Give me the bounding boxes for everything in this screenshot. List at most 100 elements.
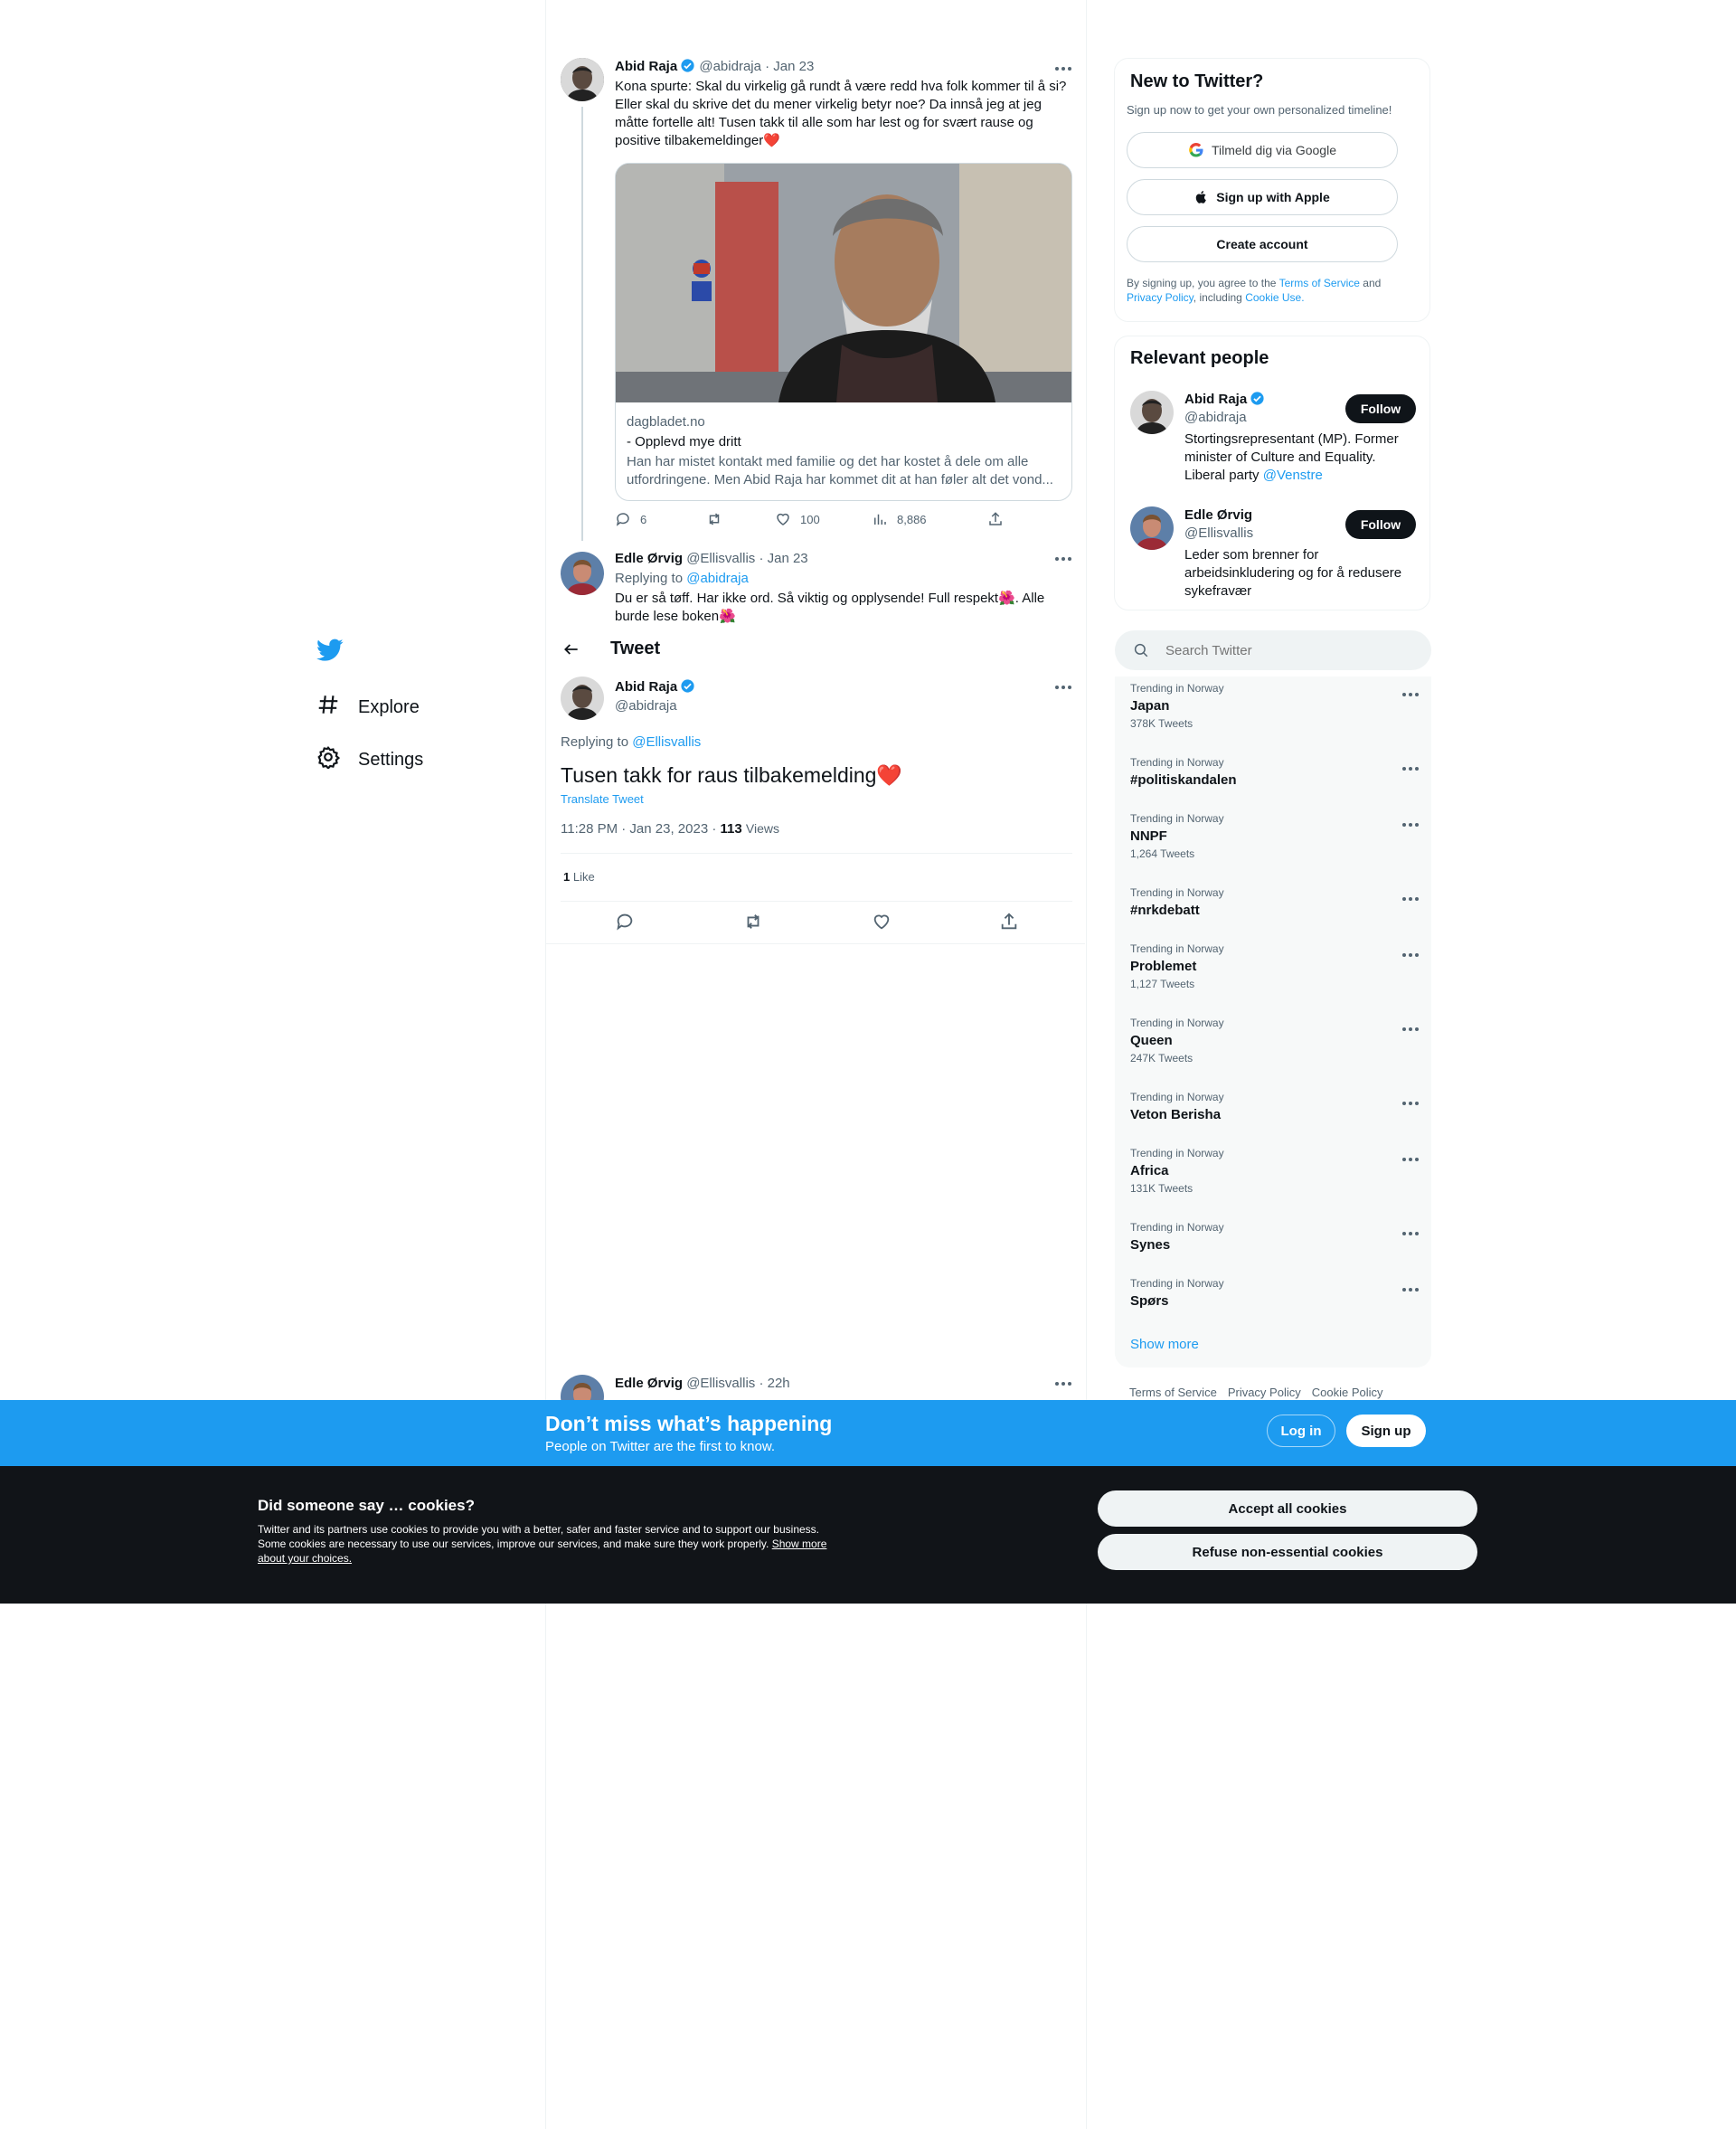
more-options-icon[interactable]	[1054, 1375, 1072, 1393]
tweet-date[interactable]: · Jan 23	[759, 551, 807, 566]
more-options-icon[interactable]	[1401, 816, 1420, 834]
show-more-link[interactable]: Show more	[1130, 1337, 1199, 1352]
twitter-logo-icon[interactable]	[316, 639, 344, 667]
more-options-icon[interactable]	[1401, 760, 1420, 778]
google-signup-button[interactable]: Tilmeld dig via Google	[1127, 132, 1398, 168]
author-name[interactable]: Abid Raja	[615, 59, 677, 74]
author-handle[interactable]: @Ellisvallis	[686, 1376, 755, 1391]
person-handle[interactable]: @Ellisvallis	[1184, 525, 1253, 543]
signup-legal: By signing up, you agree to the Terms of…	[1127, 276, 1407, 305]
refuse-cookies-button[interactable]: Refuse non-essential cookies	[1098, 1534, 1477, 1570]
more-options-icon[interactable]	[1054, 678, 1072, 696]
views-count: 113	[720, 821, 742, 837]
trend-item[interactable]: Trending in Norway Africa 131K Tweets	[1130, 1147, 1420, 1195]
footer-cookie-link[interactable]: Cookie Policy	[1312, 1386, 1383, 1399]
legal-prefix: By signing up, you agree to the	[1127, 277, 1277, 289]
bottom-bar-subtitle: People on Twitter are the first to know.	[545, 1439, 776, 1454]
likes-summary[interactable]: 1 Like	[563, 870, 595, 884]
trend-item[interactable]: Trending in Norway #nrkdebatt	[1130, 886, 1420, 918]
relevant-people-title: Relevant people	[1130, 348, 1269, 368]
person-name[interactable]: Abid Raja	[1184, 391, 1265, 409]
trend-item[interactable]: Trending in Norway NNPF 1,264 Tweets	[1130, 812, 1420, 860]
more-options-icon[interactable]	[1401, 1094, 1420, 1112]
nav-settings[interactable]: Settings	[316, 745, 423, 774]
signup-button[interactable]: Sign up	[1346, 1415, 1426, 1447]
person-name[interactable]: Edle Ørvig	[1184, 506, 1252, 525]
trend-item[interactable]: Trending in Norway Problemet 1,127 Tweet…	[1130, 942, 1420, 990]
nav-explore[interactable]: Explore	[316, 693, 420, 722]
cookie-use-link[interactable]: Cookie Use.	[1245, 291, 1304, 304]
trend-meta: Trending in Norway	[1130, 1147, 1224, 1159]
more-options-icon[interactable]	[1401, 890, 1420, 908]
follow-button[interactable]: Follow	[1345, 510, 1416, 539]
like-button[interactable]: 100	[775, 511, 872, 527]
search-input[interactable]	[1165, 642, 1401, 658]
search-bar[interactable]	[1115, 630, 1431, 670]
views-button[interactable]: 8,886	[872, 511, 987, 527]
avatar[interactable]	[1130, 391, 1174, 434]
replying-to-link[interactable]: @Ellisvallis	[632, 734, 701, 750]
reply-icon[interactable]	[615, 912, 635, 936]
more-options-icon[interactable]	[1054, 550, 1072, 568]
more-options-icon[interactable]	[1401, 1225, 1420, 1243]
person-handle[interactable]: @abidraja	[1184, 409, 1247, 427]
avatar[interactable]	[561, 677, 604, 720]
reply-button[interactable]: 6	[615, 511, 705, 527]
footer-privacy-link[interactable]: Privacy Policy	[1228, 1386, 1301, 1399]
trend-item[interactable]: Trending in Norway Synes	[1130, 1221, 1420, 1253]
author-name[interactable]: Abid Raja	[615, 679, 677, 695]
replying-to-link[interactable]: @abidraja	[686, 571, 749, 586]
privacy-link[interactable]: Privacy Policy	[1127, 291, 1194, 304]
tweet-date[interactable]: · Jan 23	[765, 59, 814, 74]
author-name[interactable]: Edle Ørvig	[615, 1376, 683, 1391]
trend-item[interactable]: Trending in Norway #politiskandalen	[1130, 756, 1420, 788]
avatar[interactable]	[1130, 506, 1174, 550]
card-image	[616, 164, 1071, 402]
heart-icon[interactable]	[872, 912, 892, 936]
trend-item[interactable]: Trending in Norway Queen 247K Tweets	[1130, 1017, 1420, 1064]
retweet-icon[interactable]	[742, 912, 764, 936]
follow-button[interactable]: Follow	[1345, 394, 1416, 423]
hashtag-icon	[316, 693, 340, 722]
retweet-button[interactable]	[705, 511, 775, 527]
login-button[interactable]: Log in	[1267, 1415, 1335, 1447]
replying-to: Replying to @abidraja	[615, 570, 749, 588]
more-options-icon[interactable]	[1401, 1281, 1420, 1299]
bio-mention-link[interactable]: @Venstre	[1263, 468, 1323, 483]
search-icon	[1134, 643, 1148, 658]
more-options-icon[interactable]	[1401, 686, 1420, 704]
avatar[interactable]	[561, 58, 604, 101]
create-account-button[interactable]: Create account	[1127, 226, 1398, 262]
more-options-icon[interactable]	[1054, 60, 1072, 78]
trend-item[interactable]: Trending in Norway Japan 378K Tweets	[1130, 682, 1420, 730]
footer-terms-link[interactable]: Terms of Service	[1129, 1386, 1217, 1399]
more-options-icon[interactable]	[1401, 946, 1420, 964]
tweet-date[interactable]: · 22h	[759, 1376, 789, 1391]
trend-name: NNPF	[1130, 828, 1167, 844]
views-label: Views	[745, 821, 779, 836]
share-button[interactable]	[987, 511, 1004, 527]
author-handle[interactable]: @abidraja	[615, 697, 677, 715]
trend-item[interactable]: Trending in Norway Veton Berisha	[1130, 1091, 1420, 1122]
author-handle[interactable]: @Ellisvallis	[686, 551, 755, 566]
more-options-icon[interactable]	[1401, 1150, 1420, 1169]
avatar[interactable]	[561, 552, 604, 595]
share-icon[interactable]	[999, 912, 1019, 936]
trend-name: Problemet	[1130, 959, 1197, 974]
back-arrow-icon[interactable]	[562, 640, 580, 663]
accept-cookies-button[interactable]: Accept all cookies	[1098, 1490, 1477, 1527]
main-tweet-text: Tusen takk for raus tilbakemelding❤️	[561, 763, 903, 787]
more-options-icon[interactable]	[1401, 1020, 1420, 1038]
tweet-timestamp[interactable]: 11:28 PM · Jan 23, 2023 · 113 Views	[561, 821, 779, 837]
link-card[interactable]: dagbladet.no - Opplevd mye dritt Han har…	[615, 163, 1072, 501]
trend-item[interactable]: Trending in Norway Spørs	[1130, 1277, 1420, 1309]
reply-count: 6	[640, 512, 647, 526]
cookie-title: Did someone say … cookies?	[258, 1497, 475, 1514]
nav-explore-label: Explore	[358, 696, 420, 717]
timestamp-text: 11:28 PM · Jan 23, 2023 ·	[561, 821, 717, 837]
terms-link[interactable]: Terms of Service	[1279, 277, 1360, 289]
author-name[interactable]: Edle Ørvig	[615, 551, 683, 566]
translate-tweet-link[interactable]: Translate Tweet	[561, 792, 644, 806]
apple-signup-button[interactable]: Sign up with Apple	[1127, 179, 1398, 215]
author-handle[interactable]: @abidraja	[699, 59, 761, 74]
